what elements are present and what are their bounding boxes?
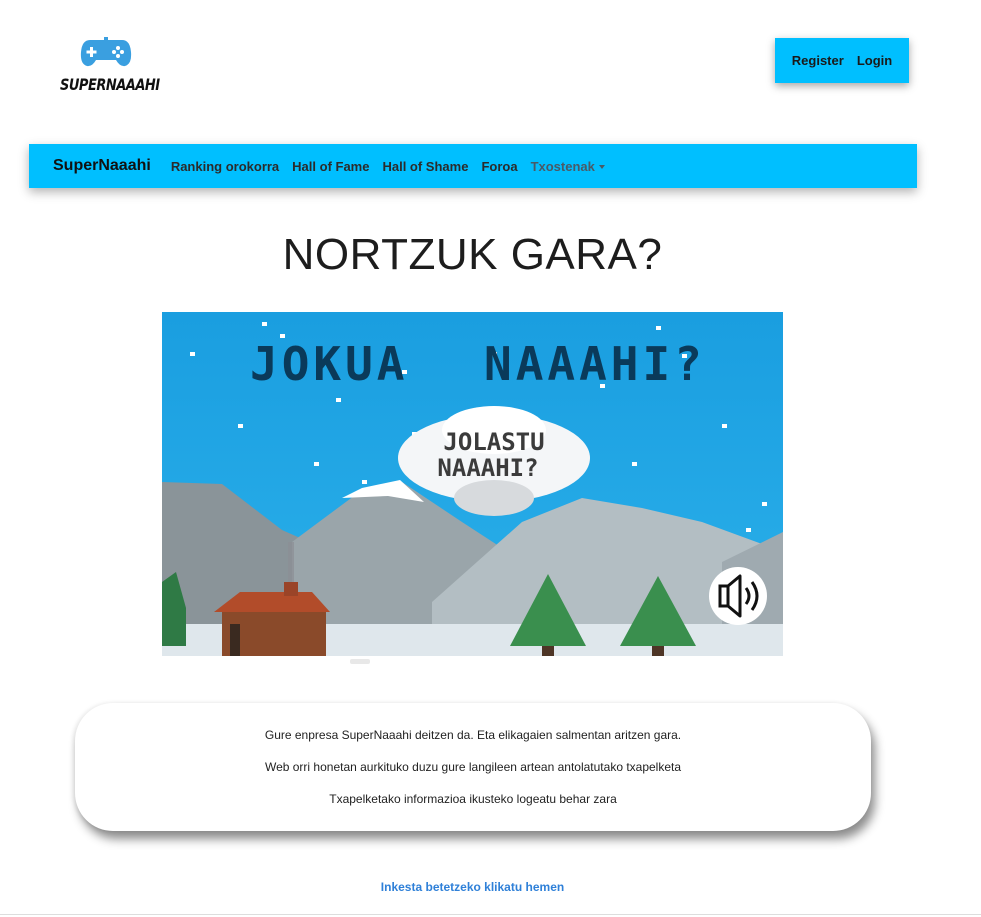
video-frame: JOLASTU NAAAHI? JOKUA NAAAHI? [162, 312, 783, 656]
video-headline-right: NAAAHI? [484, 337, 706, 391]
login-link[interactable]: Login [857, 53, 892, 68]
nav-item-txostenak-label: Txostenak [530, 158, 595, 174]
info-card: Gure enpresa SuperNaaahi deitzen da. Eta… [75, 703, 871, 831]
footer-divider [0, 914, 981, 915]
video-player[interactable]: JOLASTU NAAAHI? JOKUA NAAAHI? [162, 312, 783, 656]
site-logo[interactable]: SUPERNAAAHI [60, 34, 160, 100]
navbar-brand[interactable]: SuperNaaahi [53, 157, 151, 175]
nav-item-foroa[interactable]: Foroa [481, 159, 517, 174]
register-link[interactable]: Register [792, 53, 844, 68]
logo-text: SUPERNAAAHI [60, 76, 160, 95]
page-title: NORTZUK GARA? [282, 230, 663, 279]
nav-item-hall-of-fame[interactable]: Hall of Fame [292, 159, 369, 174]
caret-down-icon [598, 165, 605, 170]
main-navbar: SuperNaaahi Ranking orokorra Hall of Fam… [29, 144, 917, 188]
speaker-icon[interactable] [709, 567, 767, 625]
auth-box: Register Login [775, 38, 909, 83]
nav-item-txostenak-dropdown[interactable]: Txostenak [531, 159, 605, 174]
cloud-line-2: NAAAHI? [437, 454, 538, 482]
video-headline-left: JOKUA [250, 337, 408, 391]
video-progress-indicator[interactable] [350, 659, 370, 664]
info-line-2: Web orri honetan aurkituko duzu gure lan… [264, 760, 682, 774]
cloud-line-1: JOLASTU [443, 428, 544, 456]
gamepad-icon [80, 37, 132, 67]
nav-item-ranking-orokorra[interactable]: Ranking orokorra [171, 159, 279, 174]
info-line-3: Txapelketako informazioa ikusteko logeat… [329, 792, 617, 806]
survey-link[interactable]: Inkesta betetzeko klikatu hemen [0, 880, 945, 894]
nav-item-hall-of-shame[interactable]: Hall of Shame [382, 159, 468, 174]
info-line-1: Gure enpresa SuperNaaahi deitzen da. Eta… [264, 728, 682, 742]
